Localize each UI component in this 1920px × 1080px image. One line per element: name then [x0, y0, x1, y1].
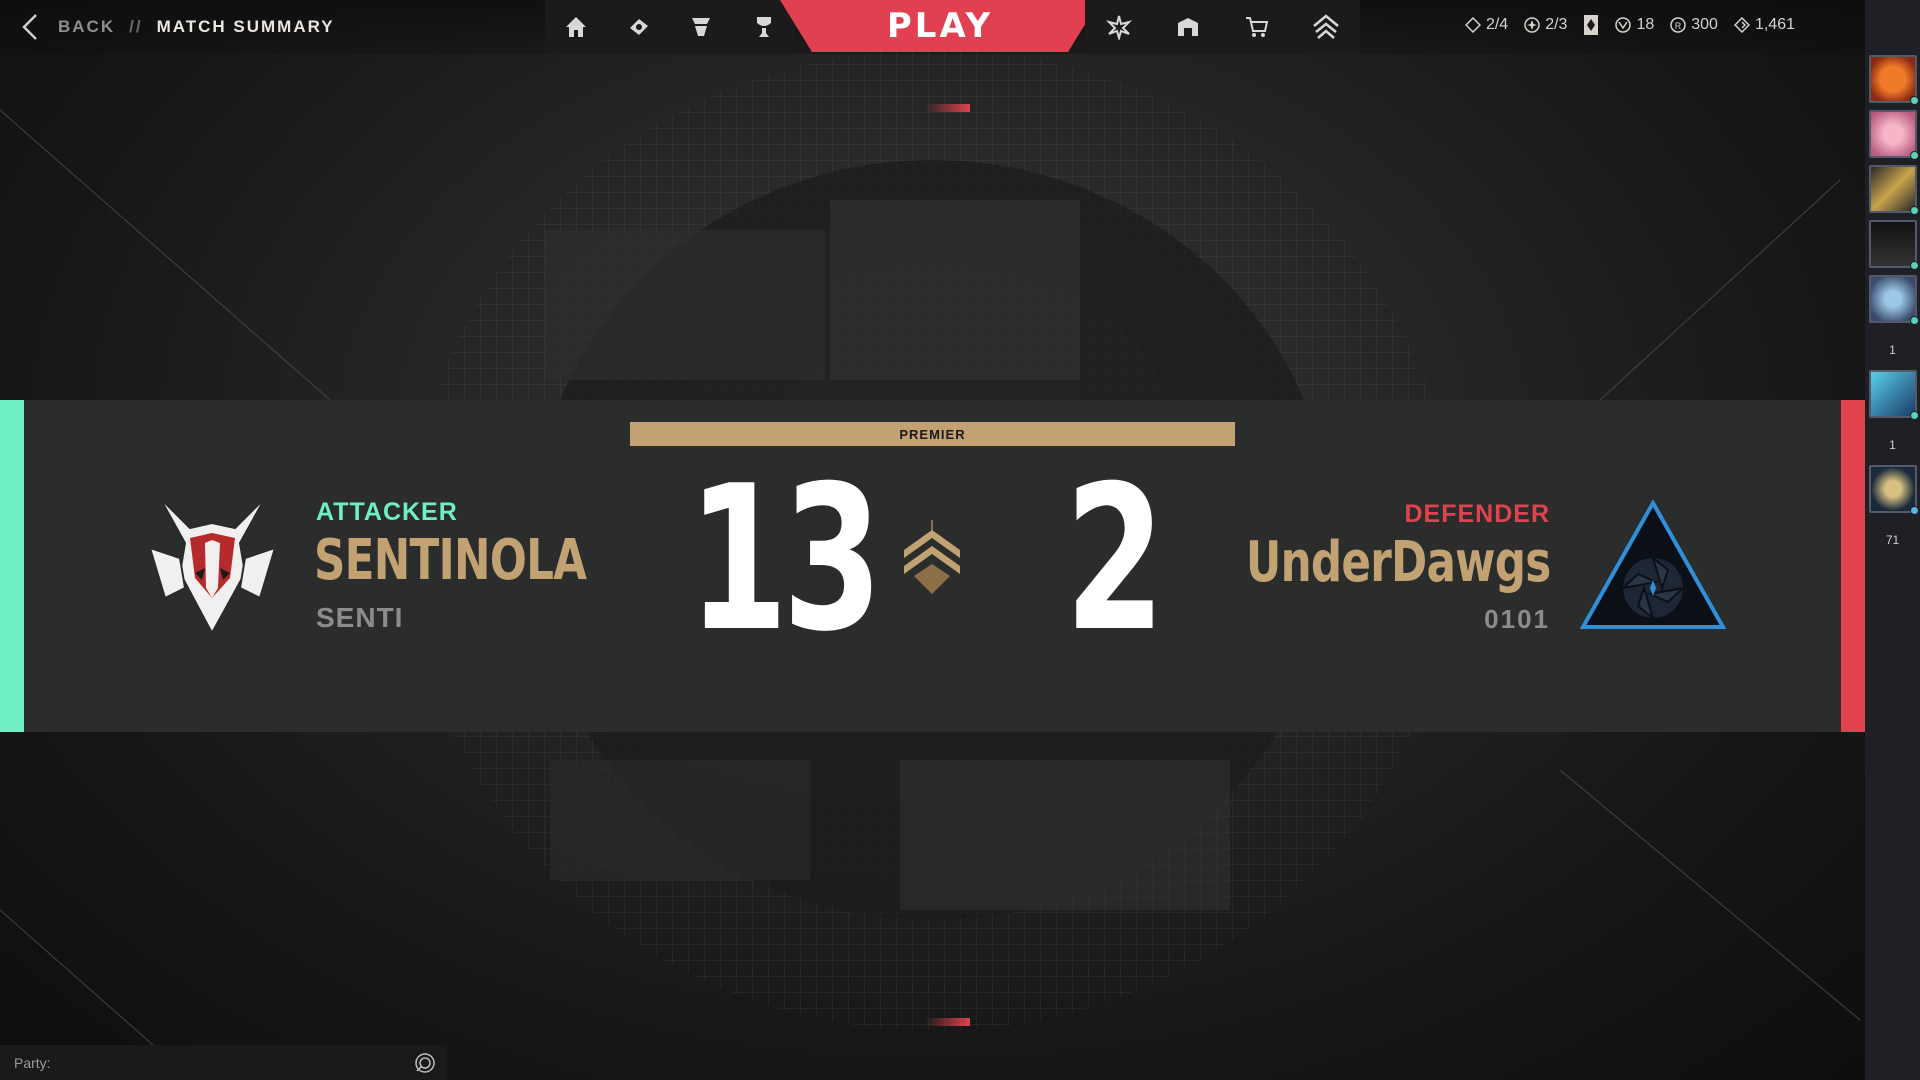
premier-icon [904, 520, 960, 594]
score-left: 13 [688, 443, 883, 676]
rp-value: 300 [1691, 16, 1718, 33]
radianite-icon [1464, 17, 1481, 33]
rail-count-3: 71 [1885, 533, 1900, 547]
attacker-side-stripe [0, 400, 24, 732]
team-tag-left: SENTI [316, 602, 404, 633]
friend-avatar-3[interactable] [1869, 165, 1919, 215]
premier-nav-icon[interactable] [1311, 12, 1341, 42]
kingdom-value: 2/3 [1545, 16, 1568, 33]
home-icon[interactable] [561, 12, 591, 42]
nav-left-group [545, 0, 795, 54]
friend-avatar-7[interactable] [1869, 465, 1919, 515]
online-status-dot [1910, 316, 1919, 325]
vp-value: 1,461 [1754, 16, 1795, 33]
online-status-dot [1910, 506, 1919, 515]
back-label: BACK [58, 17, 116, 36]
party-chat-bar[interactable]: Party: [0, 1045, 447, 1080]
store-icon[interactable] [1173, 12, 1203, 42]
play-button[interactable]: PLAY [780, 0, 1100, 52]
kingdom-currency[interactable]: 2/3 [1524, 16, 1567, 34]
breadcrumb-separator: // [129, 17, 143, 36]
decor-tick-top [925, 104, 970, 112]
game-mode-label: PREMIER [899, 426, 966, 442]
svg-text:R: R [1675, 21, 1682, 31]
friend-avatar-4[interactable] [1869, 220, 1919, 270]
decor-tick-bottom [925, 1018, 970, 1026]
defender-label: DEFENDER [1404, 500, 1550, 528]
page-title: MATCH SUMMARY [156, 17, 335, 36]
chevron-left-icon [22, 14, 37, 40]
vp-icon [1733, 17, 1750, 33]
score-right: 2 [1064, 443, 1166, 676]
back-button[interactable]: BACK // MATCH SUMMARY [18, 12, 335, 42]
online-status-dot [1910, 261, 1919, 270]
radianite-value: 2/4 [1485, 16, 1509, 33]
cart-icon[interactable] [1242, 12, 1272, 42]
vp-currency[interactable]: 1,461 [1733, 16, 1795, 34]
team-name-left: SENTINOLA [314, 528, 587, 593]
rp-currency[interactable]: R 300 [1670, 16, 1718, 34]
team-tag-right: 0101 [1484, 604, 1550, 634]
free-agents-value: 18 [1636, 16, 1655, 33]
free-agents-icon [1615, 17, 1632, 33]
attacker-label: ATTACKER [316, 498, 458, 526]
social-rail: 1 1 71 [1865, 0, 1920, 1080]
nav-right-group [1085, 0, 1360, 54]
defender-side-stripe [1841, 400, 1865, 732]
top-bar: BACK // MATCH SUMMARY PLAY 2/4 2/3 18 R … [0, 0, 1865, 54]
radianite-currency[interactable]: 2/4 [1464, 16, 1509, 34]
friend-avatar-1[interactable] [1869, 55, 1919, 105]
chat-icon[interactable] [413, 1051, 437, 1075]
online-status-dot [1910, 151, 1919, 160]
currency-bar: 2/4 2/3 18 R 300 1,461 [1464, 14, 1795, 36]
online-status-dot [1910, 411, 1919, 420]
rail-count-2: 1 [1889, 438, 1896, 452]
online-status-dot [1910, 96, 1919, 105]
team-name-right: UnderDawgs [1245, 530, 1550, 595]
play-label: PLAY [886, 6, 994, 46]
battlepass-icon[interactable] [1104, 12, 1134, 42]
agents-icon[interactable] [686, 12, 716, 42]
card-currency[interactable] [1583, 14, 1599, 36]
friend-avatar-2[interactable] [1869, 110, 1919, 160]
collection-icon[interactable] [624, 12, 654, 42]
free-agents-currency[interactable]: 18 [1615, 16, 1654, 34]
friend-avatar-5[interactable] [1869, 275, 1919, 325]
kingdom-icon [1524, 17, 1540, 33]
rp-icon: R [1670, 17, 1686, 33]
party-label: Party: [14, 1054, 51, 1071]
online-status-dot [1910, 206, 1919, 215]
rail-count-1: 1 [1889, 343, 1896, 357]
career-icon[interactable] [749, 12, 779, 42]
sentinola-team-logo [150, 497, 275, 636]
card-icon [1584, 15, 1599, 35]
friend-avatar-6[interactable] [1869, 370, 1919, 420]
match-summary-band: PREMIER ATTACKER SENTINOLA SENTI 13 2 DE… [0, 400, 1865, 732]
underdawgs-team-logo [1580, 500, 1726, 629]
